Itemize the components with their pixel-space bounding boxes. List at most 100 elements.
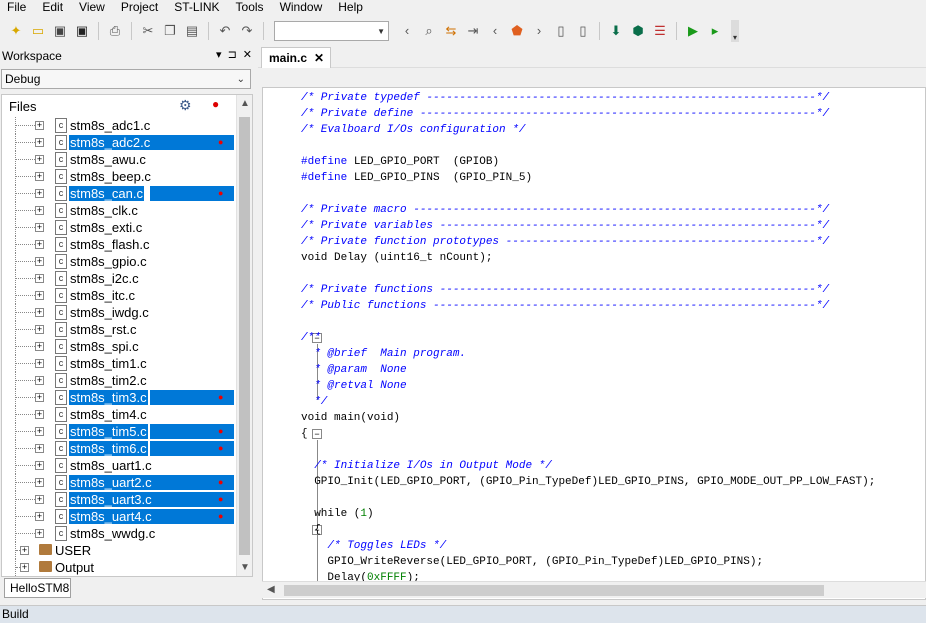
tree-item-file[interactable]: + c stm8s_uart3.c ● — [2, 491, 235, 508]
expand-icon[interactable]: + — [35, 495, 44, 504]
save-icon[interactable]: ▣ — [50, 21, 70, 41]
tree-item-file[interactable]: + c stm8s_tim4.c — [2, 406, 235, 423]
undo-icon[interactable]: ↶ — [215, 21, 235, 41]
vertical-scrollbar[interactable]: ▲ ▼ — [236, 95, 252, 576]
expand-icon[interactable]: + — [35, 257, 44, 266]
code-editor[interactable]: − − − /* Private typedef -----------------… — [262, 87, 926, 600]
expand-icon[interactable]: + — [35, 138, 44, 147]
tree-item-file[interactable]: + c stm8s_clk.c — [2, 202, 235, 219]
configuration-select[interactable]: Debug ⌄ — [1, 69, 251, 89]
tree-item-file[interactable]: + c stm8s_tim5.c ● — [2, 423, 235, 440]
gear-icon[interactable]: ⚙ — [179, 97, 192, 114]
menu-st-link[interactable]: ST-LINK — [166, 0, 227, 15]
print-icon[interactable]: ⎙ — [105, 21, 125, 41]
indent-icon[interactable]: ⇥ — [463, 21, 483, 41]
tree-item-file[interactable]: + c stm8s_awu.c — [2, 151, 235, 168]
go-icon[interactable]: ▶ — [683, 21, 703, 41]
tree-item-file[interactable]: + c stm8s_itc.c — [2, 287, 235, 304]
tree-item-file[interactable]: + c stm8s_gpio.c — [2, 253, 235, 270]
expand-icon[interactable]: + — [35, 376, 44, 385]
expand-icon[interactable]: + — [35, 444, 44, 453]
paste-icon[interactable]: ▤ — [182, 21, 202, 41]
chevron-up-icon[interactable]: ▲ — [240, 98, 250, 109]
expand-icon[interactable]: + — [35, 427, 44, 436]
menu-file[interactable]: File — [0, 0, 34, 15]
expand-icon[interactable]: + — [35, 342, 44, 351]
prev-icon[interactable]: ‹ — [485, 21, 505, 41]
copy-icon[interactable]: ❐ — [160, 21, 180, 41]
tree-item-file[interactable]: + c stm8s_uart2.c ● — [2, 474, 235, 491]
expand-icon[interactable]: + — [35, 172, 44, 181]
expand-icon[interactable]: + — [35, 478, 44, 487]
menu-view[interactable]: View — [71, 0, 113, 15]
expand-icon[interactable]: + — [35, 206, 44, 215]
menu-help[interactable]: Help — [330, 0, 371, 15]
expand-icon[interactable]: + — [20, 546, 29, 555]
tree-item-file[interactable]: + c stm8s_adc1.c — [2, 117, 235, 134]
menu-project[interactable]: Project — [113, 0, 166, 15]
dropdown-icon[interactable]: ▾ — [216, 48, 222, 61]
scrollbar-thumb[interactable] — [239, 117, 250, 555]
debug-icon[interactable]: ⬢ — [628, 21, 648, 41]
horizontal-scrollbar[interactable]: ◀ — [262, 581, 926, 598]
expand-icon[interactable]: + — [35, 274, 44, 283]
expand-icon[interactable]: + — [35, 529, 44, 538]
toolbar-overflow-icon[interactable]: ▾ — [731, 19, 739, 42]
chevron-down-icon[interactable]: ▼ — [240, 562, 250, 573]
close-icon[interactable]: ✕ — [243, 48, 252, 61]
expand-icon[interactable]: + — [35, 240, 44, 249]
breakpoints-icon[interactable]: ☰ — [650, 21, 670, 41]
tab-main-c[interactable]: main.c ✕ — [261, 47, 331, 68]
tree-item-file[interactable]: + c stm8s_uart4.c ● — [2, 508, 235, 525]
tree-item-file[interactable]: + c stm8s_flash.c — [2, 236, 235, 253]
expand-icon[interactable]: + — [35, 393, 44, 402]
back-icon[interactable]: ‹ — [397, 21, 417, 41]
download-icon[interactable]: ⬇ — [606, 21, 626, 41]
expand-icon[interactable]: + — [35, 325, 44, 334]
prev-bookmark-icon[interactable]: › — [529, 21, 549, 41]
tree-item-file[interactable]: + c stm8s_tim1.c — [2, 355, 235, 372]
tree-item-file[interactable]: + c stm8s_tim3.c ● — [2, 389, 235, 406]
tree-item-file[interactable]: + c stm8s_can.c ● — [2, 185, 235, 202]
expand-icon[interactable]: + — [35, 308, 44, 317]
menu-edit[interactable]: Edit — [34, 0, 71, 15]
pin-icon[interactable]: ⊐ — [228, 48, 237, 61]
next-bookmark-icon[interactable]: ▯ — [551, 21, 571, 41]
run-icon[interactable]: ▸ — [705, 21, 725, 41]
scrollbar-thumb[interactable] — [284, 585, 824, 596]
expand-icon[interactable]: + — [35, 410, 44, 419]
expand-icon[interactable]: + — [35, 461, 44, 470]
tree-item-group[interactable]: + USER — [2, 542, 235, 559]
new-file-icon[interactable]: ✦ — [6, 21, 26, 41]
tree-item-file[interactable]: + c stm8s_tim2.c — [2, 372, 235, 389]
save-all-icon[interactable]: ▣ — [72, 21, 92, 41]
expand-icon[interactable]: + — [20, 563, 29, 572]
tree-item-file[interactable]: + c stm8s_wwdg.c — [2, 525, 235, 542]
menu-window[interactable]: Window — [272, 0, 331, 15]
find-combo[interactable]: ▼ — [274, 20, 389, 41]
next-bookmark-icon[interactable]: ▯ — [573, 21, 593, 41]
expand-icon[interactable]: + — [35, 189, 44, 198]
tree-item-file[interactable]: + c stm8s_beep.c — [2, 168, 235, 185]
expand-icon[interactable]: + — [35, 291, 44, 300]
tree-item-group[interactable]: + Output — [2, 559, 235, 576]
tree-item-file[interactable]: + c stm8s_uart1.c — [2, 457, 235, 474]
expand-icon[interactable]: + — [35, 155, 44, 164]
tree-item-file[interactable]: + c stm8s_rst.c — [2, 321, 235, 338]
chevron-left-icon[interactable]: ◀ — [267, 584, 275, 595]
expand-icon[interactable]: + — [35, 223, 44, 232]
replace-icon[interactable]: ⇆ — [441, 21, 461, 41]
cut-icon[interactable]: ✂ — [138, 21, 158, 41]
expand-icon[interactable]: + — [35, 359, 44, 368]
find-icon[interactable]: ⌕ — [419, 21, 439, 41]
expand-icon[interactable]: + — [35, 512, 44, 521]
tree-item-file[interactable]: + c stm8s_iwdg.c — [2, 304, 235, 321]
workspace-tab[interactable]: HelloSTM8 — [4, 578, 71, 598]
close-icon[interactable]: ✕ — [314, 51, 324, 65]
tree-item-file[interactable]: + c stm8s_spi.c — [2, 338, 235, 355]
tree-item-file[interactable]: + c stm8s_adc2.c ● — [2, 134, 235, 151]
tree-item-file[interactable]: + c stm8s_tim6.c ● — [2, 440, 235, 457]
tree-item-file[interactable]: + c stm8s_i2c.c — [2, 270, 235, 287]
open-icon[interactable]: ▭ — [28, 21, 48, 41]
menu-tools[interactable]: Tools — [228, 0, 272, 15]
